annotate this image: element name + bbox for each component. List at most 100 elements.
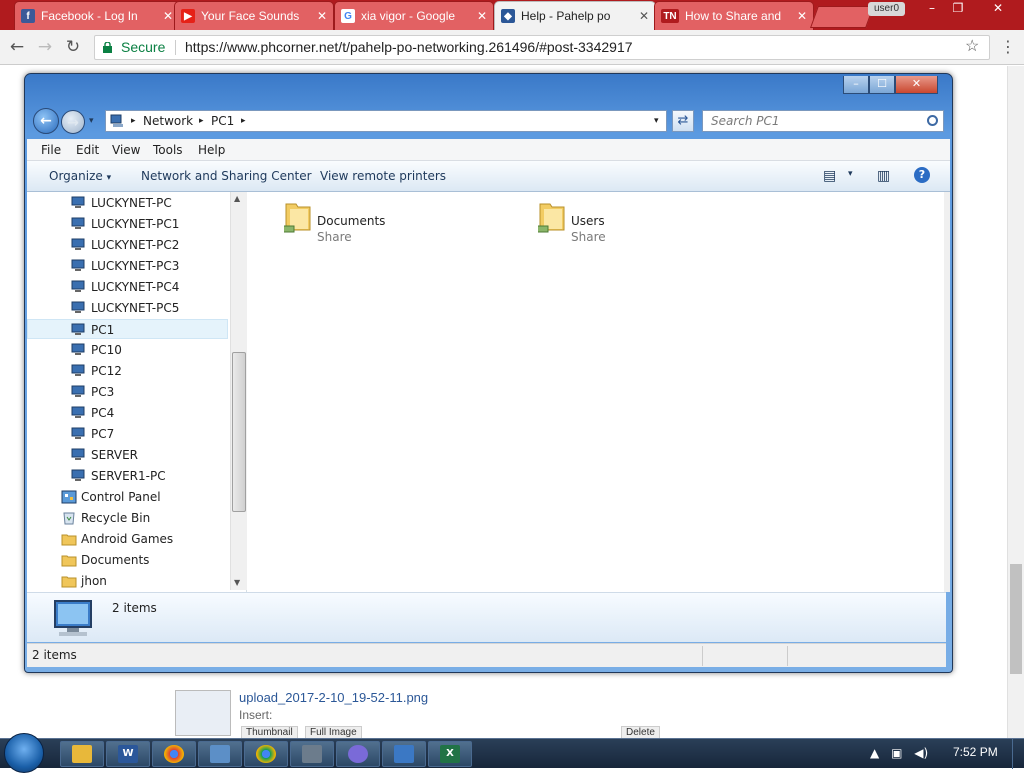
menu-file[interactable]: File bbox=[41, 143, 61, 157]
nav-item-pc1[interactable]: PC1 bbox=[27, 319, 228, 339]
recent-pages-dropdown-icon[interactable]: ▾ bbox=[89, 116, 94, 126]
volume-icon[interactable]: ◀) bbox=[914, 746, 928, 760]
forward-arrow-icon[interactable]: → bbox=[61, 110, 85, 134]
window-maximize-icon[interactable]: ☐ bbox=[869, 76, 895, 94]
taskbar-app-1[interactable] bbox=[60, 741, 104, 767]
nav-item-documents[interactable]: Documents bbox=[27, 550, 228, 570]
bookmark-star-icon[interactable]: ☆ bbox=[965, 35, 979, 58]
tab-youtube[interactable]: ▶ Your Face Sounds ✕ bbox=[174, 1, 334, 30]
view-options-dropdown-icon[interactable]: ▾ bbox=[848, 169, 853, 179]
restore-icon[interactable]: ❐ bbox=[946, 0, 970, 18]
taskbar-app-6[interactable] bbox=[290, 741, 334, 767]
tab-phcorner[interactable]: ◆ Help - Pahelp po ✕ bbox=[494, 1, 656, 30]
menu-edit[interactable]: Edit bbox=[76, 143, 99, 157]
nav-item-luckynet-pc3[interactable]: LUCKYNET-PC3 bbox=[27, 256, 228, 276]
view-remote-printers-button[interactable]: View remote printers bbox=[320, 169, 446, 183]
tab-tn[interactable]: TN How to Share and ✕ bbox=[654, 1, 814, 30]
close-icon[interactable]: ✕ bbox=[797, 9, 807, 23]
taskbar-app-4[interactable] bbox=[198, 741, 242, 767]
taskbar-app-7[interactable] bbox=[336, 741, 380, 767]
chrome-menu-icon[interactable]: ⋮ bbox=[998, 38, 1018, 58]
back-arrow-icon[interactable]: ← bbox=[33, 108, 59, 134]
network-sharing-center-button[interactable]: Network and Sharing Center bbox=[141, 169, 312, 183]
scroll-down-icon[interactable]: ▼ bbox=[234, 578, 240, 587]
nav-item-recycle-bin[interactable]: Recycle Bin bbox=[27, 508, 228, 528]
nav-item-pc10[interactable]: PC10 bbox=[27, 340, 228, 360]
nav-item-pc3[interactable]: PC3 bbox=[27, 382, 228, 402]
taskbar-app-5[interactable] bbox=[244, 741, 288, 767]
nav-pane-scroll-thumb[interactable] bbox=[232, 352, 246, 512]
nav-item-pc4[interactable]: PC4 bbox=[27, 403, 228, 423]
menu-help[interactable]: Help bbox=[198, 143, 225, 157]
address-dropdown-icon[interactable]: ▾ bbox=[654, 111, 659, 131]
share-item-documents[interactable]: Documents Share bbox=[266, 197, 466, 247]
page-scrollbar[interactable] bbox=[1007, 66, 1024, 738]
nav-item-luckynet-pc5[interactable]: LUCKYNET-PC5 bbox=[27, 298, 228, 318]
close-window-icon[interactable]: ✕ bbox=[974, 0, 1022, 18]
breadcrumb-network[interactable]: Network bbox=[143, 111, 193, 131]
taskbar-app-9[interactable]: X bbox=[428, 741, 472, 767]
nav-item-label: Control Panel bbox=[81, 490, 161, 504]
refresh-icon[interactable]: ⇄ bbox=[672, 110, 694, 132]
window-minimize-icon[interactable]: – bbox=[843, 76, 869, 94]
tab-google[interactable]: G xia vigor - Google ✕ bbox=[334, 1, 494, 30]
file-list-scrollbar[interactable] bbox=[944, 192, 950, 592]
close-icon[interactable]: ✕ bbox=[639, 9, 649, 23]
omnibox[interactable]: Secure https://www.phcorner.net/t/pahelp… bbox=[94, 35, 990, 60]
attachment-thumbnail[interactable] bbox=[175, 690, 231, 736]
taskbar-app-2[interactable]: W bbox=[106, 741, 150, 767]
breadcrumb-separator-icon[interactable]: ▸ bbox=[131, 111, 136, 131]
nav-item-control-panel[interactable]: Control Panel bbox=[27, 487, 228, 507]
taskbar-app-3[interactable] bbox=[152, 741, 196, 767]
tab-facebook[interactable]: f Facebook - Log In ✕ bbox=[14, 1, 180, 30]
nav-pane-scrollbar[interactable]: ▲ ▼ bbox=[230, 192, 247, 590]
close-icon[interactable]: ✕ bbox=[317, 9, 327, 23]
breadcrumb-separator-icon[interactable]: ▸ bbox=[241, 111, 246, 131]
clock[interactable]: 7:52 PM bbox=[953, 745, 998, 759]
close-icon[interactable]: ✕ bbox=[477, 9, 487, 23]
reload-button[interactable]: ↻ bbox=[62, 36, 84, 58]
network-tray-icon[interactable]: ▣ bbox=[891, 746, 902, 760]
folder-icon bbox=[61, 576, 77, 588]
breadcrumb-pc1[interactable]: PC1 bbox=[211, 111, 234, 131]
chevron-down-icon: ▾ bbox=[106, 173, 112, 183]
organize-button[interactable]: Organize ▾ bbox=[49, 169, 111, 183]
nav-item-server1-pc[interactable]: SERVER1-PC bbox=[27, 466, 228, 486]
nav-item-android-games[interactable]: Android Games bbox=[27, 529, 228, 549]
menu-view[interactable]: View bbox=[112, 143, 140, 157]
window-close-icon[interactable]: ✕ bbox=[895, 76, 938, 94]
share-item-users[interactable]: Users Share bbox=[520, 197, 720, 247]
nav-item-luckynet-pc4[interactable]: LUCKYNET-PC4 bbox=[27, 277, 228, 297]
breadcrumb-separator-icon[interactable]: ▸ bbox=[199, 111, 204, 131]
preview-pane-icon[interactable]: ▥ bbox=[877, 168, 890, 184]
start-button[interactable] bbox=[4, 733, 44, 773]
scroll-up-icon[interactable]: ▲ bbox=[234, 194, 240, 203]
menu-tools[interactable]: Tools bbox=[153, 143, 183, 157]
nav-item-luckynet-pc1[interactable]: LUCKYNET-PC1 bbox=[27, 214, 228, 234]
search-icon[interactable] bbox=[927, 115, 938, 126]
nav-item-label: PC10 bbox=[91, 343, 122, 357]
nav-item-label: SERVER1-PC bbox=[91, 469, 166, 483]
close-icon[interactable]: ✕ bbox=[163, 9, 173, 23]
nav-item-pc12[interactable]: PC12 bbox=[27, 361, 228, 381]
nav-item-pc7[interactable]: PC7 bbox=[27, 424, 228, 444]
nav-item-jhon[interactable]: jhon bbox=[27, 571, 228, 591]
url-text[interactable]: https://www.phcorner.net/t/pahelp-po-net… bbox=[185, 36, 633, 59]
nav-item-server[interactable]: SERVER bbox=[27, 445, 228, 465]
breadcrumb[interactable]: ▸ Network ▸ PC1 ▸ ▾ bbox=[105, 110, 667, 132]
nav-item-luckynet-pc2[interactable]: LUCKYNET-PC2 bbox=[27, 235, 228, 255]
user-badge[interactable]: user0 bbox=[868, 2, 906, 16]
taskbar-app-8[interactable] bbox=[382, 741, 426, 767]
search-input[interactable]: Search PC1 bbox=[702, 110, 944, 132]
help-icon[interactable]: ? bbox=[914, 167, 930, 183]
show-hidden-icons-icon[interactable]: ▲ bbox=[870, 746, 879, 760]
show-desktop-button[interactable] bbox=[1012, 739, 1024, 769]
page-scroll-thumb[interactable] bbox=[1010, 564, 1022, 674]
new-tab-button[interactable] bbox=[809, 6, 875, 28]
change-view-icon[interactable]: ▤ bbox=[823, 168, 836, 184]
back-button[interactable]: ← bbox=[6, 36, 28, 58]
attachment-filename[interactable]: upload_2017-2-10_19-52-11.png bbox=[239, 690, 428, 705]
forward-button[interactable]: → bbox=[34, 36, 56, 58]
nav-item-luckynet-pc[interactable]: LUCKYNET-PC bbox=[27, 193, 228, 213]
minimize-icon[interactable]: – bbox=[920, 0, 944, 18]
